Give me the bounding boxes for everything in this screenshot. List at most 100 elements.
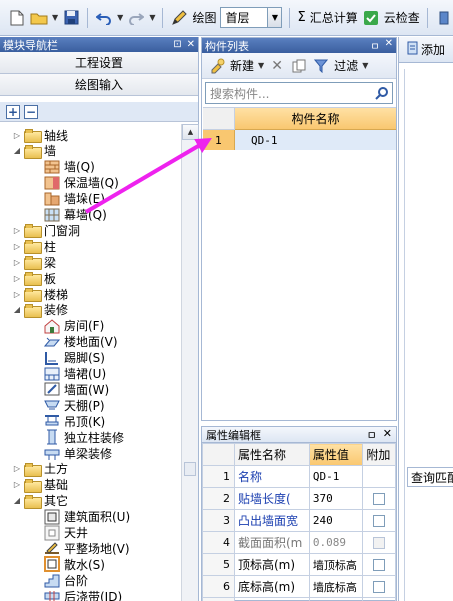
project-settings-button[interactable]: 工程设置 [0,52,198,74]
save-icon[interactable] [62,9,80,27]
tree-item[interactable]: 建筑面积(U) [44,509,130,525]
delete-icon[interactable]: ✕ [268,57,286,75]
search-icon[interactable] [372,83,392,103]
close-icon[interactable]: ✕ [383,427,392,443]
tree-item[interactable]: 踢脚(S) [44,350,105,366]
draw-icon[interactable] [170,9,188,27]
cloud-check-icon[interactable] [362,9,380,27]
more-tools-icon[interactable] [435,9,453,27]
expand-arrow-icon[interactable]: ▷ [12,226,22,235]
chevron-down-icon[interactable]: ▼ [267,8,282,27]
tree-item[interactable]: 天井 [44,525,88,541]
sum-calculate-button[interactable]: 汇总计算 [310,9,358,26]
table-row[interactable]: 1 QD-1 [203,130,396,150]
additional-checkbox[interactable] [373,559,386,571]
property-value[interactable]: 墙顶标高 [308,553,364,576]
new-component-icon[interactable] [208,57,226,75]
expand-arrow-icon[interactable]: ▷ [12,131,22,140]
filter-dropdown-icon[interactable]: ▼ [362,61,368,70]
draw-label[interactable]: 绘图 [192,9,216,26]
expand-arrow-icon[interactable]: ▷ [12,258,22,267]
property-value[interactable] [308,597,364,601]
property-row[interactable]: 2 贴墙长度(370 [202,487,396,510]
expand-arrow-icon[interactable]: ▷ [12,242,22,251]
property-value[interactable]: 0.089 [308,531,364,554]
property-value[interactable]: 墙底标高 [308,575,364,598]
property-value[interactable]: 370 [308,487,364,510]
new-dropdown-icon[interactable]: ▼ [258,61,264,70]
tree-category[interactable]: ▷ 门窗洞 [12,222,80,239]
tree-item[interactable]: 楼地面(V) [44,334,118,350]
property-row[interactable]: 6 底标高(m) 墙底标高 [202,575,396,598]
scrollbar-thumb[interactable] [184,462,196,476]
drawing-input-button[interactable]: 绘图输入 [0,74,198,96]
close-icon[interactable]: ✕ [187,39,195,50]
tree-category[interactable]: ◢ 其它 [12,493,68,509]
additional-checkbox[interactable] [373,493,386,505]
property-value[interactable]: QD-1 [308,465,364,488]
close-icon[interactable]: ✕ [385,38,393,53]
open-folder-icon[interactable] [30,9,48,27]
tree-category[interactable]: ▷ 板 [12,270,56,287]
undo-dropdown-icon[interactable]: ▼ [117,13,123,22]
tree-item[interactable]: 平整场地(V) [44,540,130,556]
tree-item[interactable]: 墙(Q) [44,159,95,175]
additional-checkbox[interactable] [373,537,386,549]
tree-scrollbar[interactable]: ▲ [181,124,199,601]
add-button[interactable]: 添加 [421,41,445,58]
additional-checkbox[interactable] [373,581,386,593]
tree-category[interactable]: ▷ 土方 [12,461,68,477]
redo-icon[interactable] [127,9,145,27]
new-file-icon[interactable] [8,9,26,27]
property-value[interactable]: 240 [308,509,364,532]
additional-checkbox[interactable] [373,515,386,527]
collapse-all-icon[interactable]: − [24,104,38,119]
tree-category[interactable]: ▷ 基础 [12,477,68,493]
undo-icon[interactable] [95,9,113,27]
tree-item[interactable]: 单梁装修 [44,445,112,461]
property-row[interactable]: 4 截面面积(m 0.089 [202,531,396,554]
tree-item[interactable]: 保温墙(Q) [44,175,119,191]
tree-category[interactable]: ◢ 墙 [12,143,56,159]
pin-icon[interactable]: ㅁ [367,427,377,443]
tree-category[interactable]: ◢ 装修 [12,302,68,318]
tree-item[interactable]: 房间(F) [44,318,104,334]
component-name-column-header[interactable]: 构件名称 [235,108,396,130]
redo-dropdown-icon[interactable]: ▼ [149,13,155,22]
tree-item[interactable]: 散水(S) [44,556,105,573]
tree-item[interactable]: 吊顶(K) [44,413,105,429]
tree-item[interactable]: 天棚(P) [44,397,105,413]
property-row[interactable]: 3 凸出墙面宽 240 [202,509,396,532]
property-row[interactable]: 1 名称 QD-1 [202,465,396,488]
expand-arrow-icon[interactable]: ▷ [12,464,22,473]
filter-button[interactable]: 过滤 [334,57,358,74]
pin-icon[interactable]: ⊡ [173,39,181,50]
cloud-check-button[interactable]: 云检查 [384,9,420,26]
tree-item[interactable]: 独立柱装修 [44,429,124,445]
collapse-arrow-icon[interactable]: ◢ [12,496,22,505]
component-search-input[interactable]: 搜索构件... [210,85,269,102]
tree-item[interactable]: 墙垛(E) [44,191,105,207]
tree-category[interactable]: ▷ 楼梯 [12,286,68,302]
expand-arrow-icon[interactable]: ▷ [12,480,22,489]
floor-select[interactable]: 首层 ▼ [220,7,283,28]
tree-category[interactable]: ▷ 轴线 [12,127,68,143]
property-row[interactable]: 7备注 [202,597,396,601]
component-search-box[interactable]: 搜索构件... [205,82,393,104]
expand-arrow-icon[interactable]: ▷ [12,274,22,283]
expand-all-icon[interactable]: + [6,104,20,119]
tree-item[interactable]: 墙面(W) [44,381,109,397]
new-component-button[interactable]: 新建 [230,57,254,74]
copy-icon[interactable] [290,57,308,75]
tree-category[interactable]: ▷ 柱 [12,238,56,255]
property-row[interactable]: 5 顶标高(m) 墙顶标高 [202,553,396,576]
collapse-arrow-icon[interactable]: ◢ [12,146,22,155]
open-dropdown-icon[interactable]: ▼ [52,13,58,22]
tree-item[interactable]: 幕墙(Q) [44,207,107,223]
tree-category[interactable]: ▷ 梁 [12,254,56,271]
tree-item[interactable]: 台阶 [44,572,88,588]
filter-icon[interactable] [312,57,330,75]
expand-arrow-icon[interactable]: ▷ [12,290,22,299]
component-name-cell[interactable]: QD-1 [235,130,396,150]
pin-icon[interactable]: ㅁ [370,38,379,53]
